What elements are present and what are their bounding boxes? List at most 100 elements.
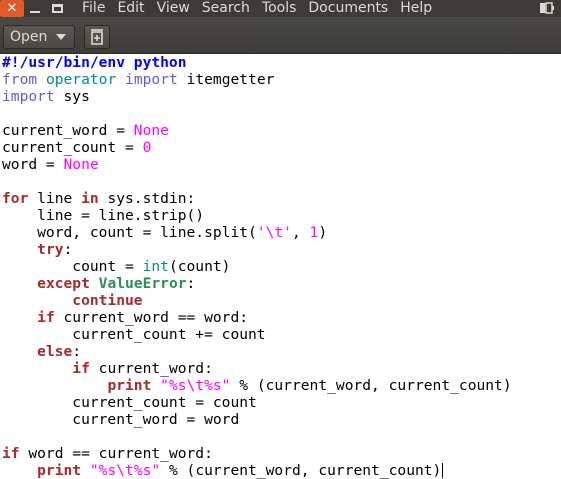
code-token: try bbox=[37, 241, 64, 258]
code-token: sys bbox=[54, 88, 90, 105]
code-line: word, count = line.split('\t', 1) bbox=[2, 224, 561, 241]
code-token: "%s\t%s" bbox=[160, 377, 231, 394]
maximize-icon[interactable] bbox=[46, 0, 68, 17]
chevron-down-icon bbox=[56, 34, 67, 40]
code-line: line = line.strip() bbox=[2, 207, 561, 224]
code-token: (count) bbox=[168, 258, 231, 275]
code-token: if bbox=[72, 360, 90, 377]
code-line: current_count += count bbox=[2, 326, 561, 343]
toolbar: Open bbox=[0, 17, 561, 54]
code-token: line = line.strip() bbox=[2, 207, 205, 224]
code-line: continue bbox=[2, 292, 561, 309]
code-token: except bbox=[37, 275, 90, 292]
code-token: ) bbox=[318, 224, 328, 241]
code-area[interactable]: #!/usr/bin/env python from operator impor… bbox=[0, 54, 561, 479]
code-line: current_word = word bbox=[2, 411, 561, 428]
text-cursor bbox=[442, 463, 444, 478]
code-token: print bbox=[37, 462, 82, 479]
code-token: current_count = count bbox=[2, 394, 257, 411]
code-line: if word == current_word: bbox=[2, 445, 561, 462]
code-token: current_word == word: bbox=[54, 309, 249, 326]
minimize-icon[interactable] bbox=[24, 0, 46, 17]
code-token: : bbox=[63, 241, 73, 258]
code-token: current_word = word bbox=[2, 411, 240, 428]
code-token: for bbox=[2, 190, 29, 207]
code-token: , bbox=[291, 224, 310, 241]
code-line: if current_word: bbox=[2, 360, 561, 377]
code-line: count = int(count) bbox=[2, 258, 561, 275]
menu-file[interactable]: File bbox=[76, 0, 111, 17]
code-token: print bbox=[107, 377, 152, 394]
code-token: current_word = bbox=[2, 122, 134, 139]
code-token: in bbox=[81, 190, 99, 207]
menu-edit[interactable]: Edit bbox=[111, 0, 150, 17]
code-token: count = bbox=[2, 258, 143, 275]
code-token: current_count = bbox=[2, 139, 143, 156]
code-line: from operator import itemgetter bbox=[2, 71, 561, 88]
code-token: word = bbox=[2, 156, 64, 173]
text-editor[interactable]: #!/usr/bin/env python from operator impor… bbox=[0, 54, 561, 479]
code-line: for line in sys.stdin: bbox=[2, 190, 561, 207]
menu-documents[interactable]: Documents bbox=[302, 0, 394, 17]
open-button[interactable]: Open bbox=[3, 25, 75, 49]
new-document-icon bbox=[91, 29, 103, 45]
code-token: : bbox=[186, 275, 196, 292]
code-line: if current_word == word: bbox=[2, 309, 561, 326]
code-line: #!/usr/bin/env python bbox=[2, 54, 561, 71]
code-token: from bbox=[2, 71, 38, 88]
code-token: '\t' bbox=[256, 224, 292, 241]
code-token: if bbox=[2, 445, 20, 462]
code-token: sys.stdin: bbox=[98, 190, 196, 207]
battery-icon[interactable] bbox=[539, 1, 555, 15]
code-token: current_word: bbox=[89, 360, 213, 377]
code-token: % (current_word, current_count) bbox=[230, 377, 512, 394]
code-line: current_count = 0 bbox=[2, 139, 561, 156]
menu-list: File Edit View Search Tools Documents He… bbox=[76, 0, 438, 17]
code-token: word == current_word: bbox=[19, 445, 213, 462]
code-token: : bbox=[72, 343, 82, 360]
window-controls: ✕ bbox=[0, 0, 68, 17]
code-line: current_word = None bbox=[2, 122, 561, 139]
new-document-button[interactable] bbox=[84, 25, 110, 49]
code-line: current_count = count bbox=[2, 394, 561, 411]
menu-view[interactable]: View bbox=[151, 0, 196, 17]
code-token: word, count = line.split( bbox=[2, 224, 257, 241]
open-button-label: Open bbox=[10, 29, 48, 45]
code-token: "%s\t%s" bbox=[89, 462, 161, 479]
menu-tools[interactable]: Tools bbox=[256, 0, 303, 17]
code-token: import bbox=[2, 88, 55, 105]
code-token: 0 bbox=[142, 139, 152, 156]
code-token: #!/usr/bin/env python bbox=[2, 54, 187, 71]
code-line: word = None bbox=[2, 156, 561, 173]
code-token: continue bbox=[72, 292, 143, 309]
menu-search[interactable]: Search bbox=[196, 0, 256, 17]
code-token: operator bbox=[45, 71, 117, 88]
code-token: if bbox=[37, 309, 55, 326]
code-token: line bbox=[28, 190, 82, 207]
code-line: print "%s\t%s" % (current_word, current_… bbox=[2, 462, 561, 479]
code-token: int bbox=[142, 258, 169, 275]
code-token: current_count += count bbox=[2, 326, 266, 343]
menu-help[interactable]: Help bbox=[394, 0, 438, 17]
close-icon[interactable]: ✕ bbox=[0, 0, 24, 17]
code-line: else: bbox=[2, 343, 561, 360]
code-token: % (current_word, current_count) bbox=[160, 462, 442, 479]
code-line: print "%s\t%s" % (current_word, current_… bbox=[2, 377, 561, 394]
code-token: itemgetter bbox=[177, 71, 275, 88]
